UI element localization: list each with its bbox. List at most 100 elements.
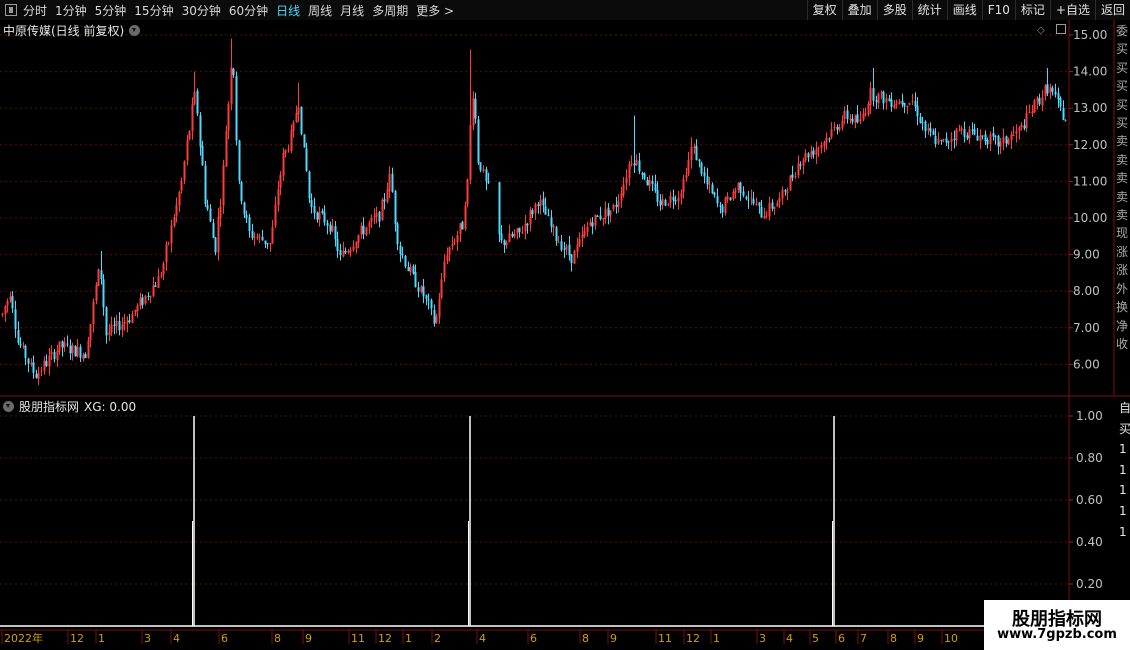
candle-body <box>555 227 558 242</box>
price-label: 7.00 <box>1073 321 1100 335</box>
candle-body <box>277 188 280 206</box>
candle-body <box>677 197 680 202</box>
candle-body <box>89 324 92 341</box>
time-label: 2022年 <box>4 631 43 645</box>
candle-body <box>258 235 261 237</box>
indicator-menu-icon[interactable] <box>3 401 14 412</box>
candle-body <box>934 136 937 145</box>
candle-body <box>19 343 22 346</box>
side-label: 买 <box>1119 421 1130 436</box>
candle-body <box>581 234 584 239</box>
kline-chart[interactable]: 15.0014.0013.0012.0011.0010.009.008.007.… <box>0 0 1130 650</box>
candle-body <box>334 226 337 240</box>
candle-body <box>927 128 930 131</box>
candle-body <box>167 242 170 244</box>
candle-body <box>1002 137 1005 143</box>
time-label: 8 <box>582 632 589 645</box>
candle-body <box>344 250 347 253</box>
candle-body <box>474 98 477 119</box>
candle-body <box>238 140 241 181</box>
candle-body <box>1062 107 1065 120</box>
candle-body <box>152 285 155 297</box>
side-label: 涨 <box>1115 263 1128 278</box>
candle-body <box>14 309 17 329</box>
candle-body <box>589 222 592 226</box>
candle-body <box>628 164 631 179</box>
candle-body <box>1010 134 1013 141</box>
candle-body <box>885 98 888 103</box>
candle-body <box>641 173 644 175</box>
candle-body <box>318 211 321 220</box>
candle-body <box>141 297 144 305</box>
candle-body <box>271 227 274 244</box>
window-toggle-icon[interactable] <box>1056 24 1066 34</box>
candle-body <box>776 202 779 207</box>
candle-body <box>1007 139 1010 145</box>
candle-body <box>45 361 48 366</box>
candle-body <box>284 150 287 154</box>
candle-body <box>958 130 961 132</box>
candle-body <box>235 76 238 141</box>
time-label: 1 <box>713 632 720 645</box>
candle-body <box>656 190 659 202</box>
candle-body <box>1057 93 1060 100</box>
candle-body <box>178 192 181 206</box>
candle-body <box>232 68 235 75</box>
candle-body <box>583 230 586 237</box>
candle-body <box>347 251 350 254</box>
candle-body <box>981 135 984 137</box>
candle-body <box>121 324 124 330</box>
candle-body <box>901 100 904 105</box>
candle-body <box>539 199 542 206</box>
candle-body <box>297 107 300 115</box>
candle-body <box>911 101 914 103</box>
candle-body <box>76 346 79 357</box>
candle-body <box>206 204 209 209</box>
candle-body <box>734 190 737 193</box>
candle-body <box>638 160 641 172</box>
candle-body <box>209 208 212 222</box>
candle-body <box>180 180 183 191</box>
candle-body <box>833 126 836 128</box>
candle-body <box>508 233 511 243</box>
candle-body <box>217 216 220 253</box>
candle-body <box>791 174 794 178</box>
side-label: 1 <box>1119 462 1127 477</box>
candle-body <box>443 261 446 279</box>
candle-body <box>1054 91 1057 95</box>
candle-body <box>729 197 732 201</box>
candle-body <box>425 295 428 299</box>
candle-body <box>989 134 992 144</box>
candle-body <box>204 165 207 205</box>
candle-body <box>227 104 230 131</box>
candle-body <box>412 266 415 274</box>
candle-body <box>810 151 813 158</box>
price-label: 13.00 <box>1073 101 1107 115</box>
chart-menu-icon[interactable] <box>129 25 141 36</box>
candle-body <box>838 127 841 130</box>
indicator-axis-label: 1.00 <box>1076 409 1103 423</box>
candle-body <box>466 179 469 205</box>
candle-body <box>846 110 849 120</box>
candle-body <box>108 332 111 335</box>
candle-body <box>602 217 605 220</box>
candle-body <box>154 285 157 287</box>
indicator-axis-label: 0.40 <box>1076 535 1103 549</box>
candle-body <box>804 152 807 161</box>
candle-body <box>945 138 948 143</box>
candle-body <box>568 244 571 256</box>
time-label: 12 <box>686 632 700 645</box>
diamond-icon[interactable]: ◇ <box>1037 25 1045 36</box>
indicator-value: XG: 0.00 <box>84 399 137 414</box>
time-label: 1 <box>98 632 105 645</box>
candle-body <box>401 253 404 256</box>
candle-body <box>321 210 324 213</box>
indicator-axis-label: 0.80 <box>1076 451 1103 465</box>
candle-body <box>165 244 168 263</box>
candle-body <box>529 210 532 225</box>
candle-body <box>812 150 815 155</box>
candle-body <box>482 169 485 171</box>
candle-body <box>547 214 550 216</box>
candle-body <box>802 160 805 166</box>
candle-body <box>352 246 355 251</box>
